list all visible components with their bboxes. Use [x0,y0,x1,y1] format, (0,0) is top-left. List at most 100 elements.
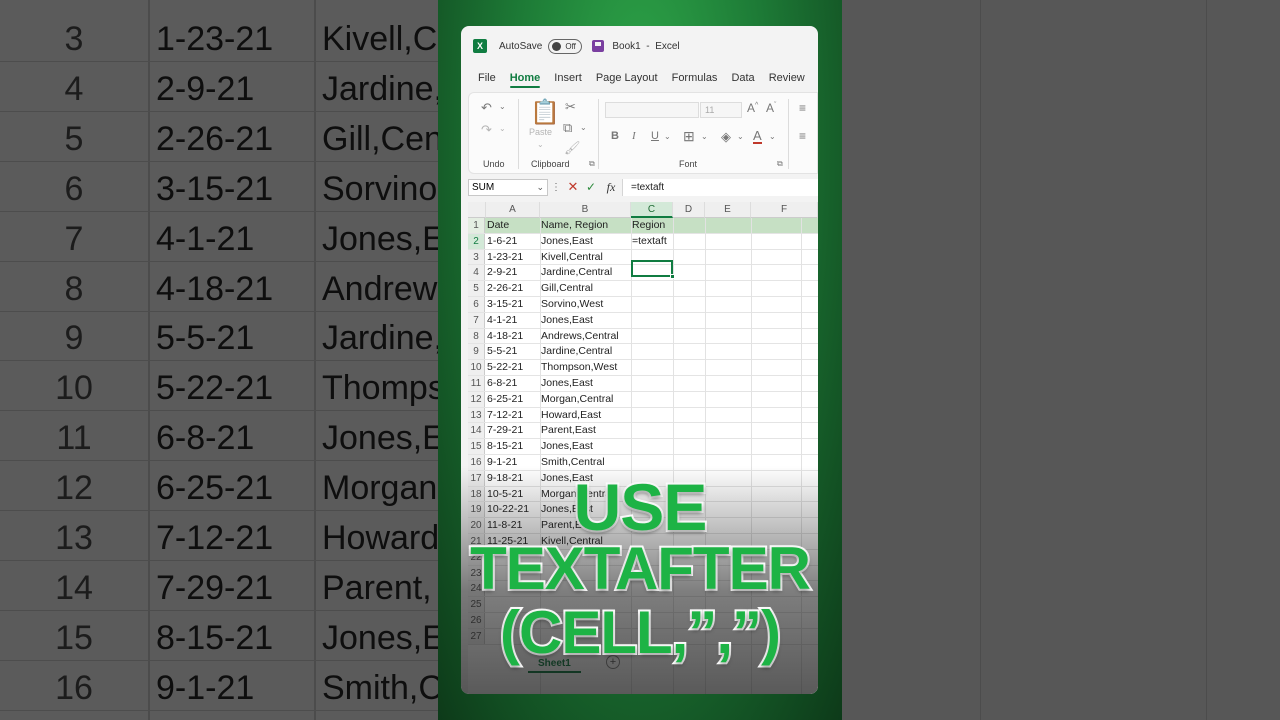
fill-color-icon[interactable]: ◈ [721,130,731,143]
cell-name-region[interactable]: Gill,Central [541,281,631,296]
paste-icon[interactable]: 📋 [530,101,560,125]
row-number[interactable]: 4 [468,265,485,281]
cell-date[interactable]: 6-25-21 [487,392,539,407]
cell-name-region[interactable]: Parent,East [541,423,631,438]
select-all-corner[interactable] [468,202,486,218]
column-header-d[interactable]: D [673,202,705,218]
bold-button[interactable]: B [611,131,619,142]
row-number[interactable]: 3 [468,249,485,265]
redo-icon[interactable]: ↷ [481,123,492,136]
copy-dropdown-icon[interactable]: ⌄ [580,124,587,132]
active-cell-c2[interactable] [631,260,673,277]
cell-name-region[interactable]: Sorvino,West [541,297,631,312]
underline-button[interactable]: U [651,131,659,142]
fill-handle[interactable] [670,274,675,279]
row-number[interactable]: 9 [468,344,485,360]
clipboard-launcher-icon[interactable]: ⧉ [589,160,595,168]
cell-date[interactable]: 3-15-21 [487,297,539,312]
cell-name-region[interactable]: Howard,East [541,408,631,423]
tab-data[interactable]: Data [731,72,754,84]
paste-dropdown-icon[interactable]: ⌄ [537,141,544,149]
cell-date[interactable]: 4-1-21 [487,313,539,328]
cell-date[interactable]: 4-18-21 [487,329,539,344]
cancel-entry-icon[interactable]: ✕ [564,179,582,195]
name-box[interactable]: SUM ⌄ [468,178,548,196]
cut-icon[interactable]: ✂ [565,100,576,113]
row-number[interactable]: 7 [468,312,485,328]
undo-icon[interactable]: ↶ [481,101,492,114]
cell-date[interactable]: 5-22-21 [487,360,539,375]
row-number[interactable]: 16 [468,455,485,470]
insert-function-icon[interactable]: fx [600,180,622,195]
cell-date[interactable]: 7-29-21 [487,423,539,438]
increase-font-icon[interactable]: A^ [747,102,758,114]
align-left-icon[interactable]: ≡ [799,130,806,142]
borders-icon[interactable]: ⊞ [683,129,695,143]
cell-date[interactable]: 1-23-21 [487,250,539,265]
column-header-c[interactable]: C [631,202,673,218]
autosave-toggle[interactable]: Off [548,38,583,54]
formula-bar-more-icon[interactable]: ⋮ [548,182,564,193]
formula-input[interactable]: =textaft [622,178,818,196]
cell-name-region[interactable]: Name, Region [541,218,631,233]
cell-name-region[interactable]: Kivell,Central [541,250,631,265]
cell-name-region[interactable]: Smith,Central [541,455,631,470]
cell-date[interactable]: 7-12-21 [487,408,539,423]
row-number[interactable]: 13 [468,407,485,423]
cell-date[interactable]: 2-9-21 [487,265,539,280]
tab-file[interactable]: File [478,72,496,84]
cell-name-region[interactable]: Jones,East [541,313,631,328]
row-number[interactable]: 15 [468,439,485,454]
column-header-b[interactable]: B [540,202,631,218]
tab-page-layout[interactable]: Page Layout [596,72,658,84]
tab-home[interactable]: Home [509,72,540,88]
cell-date[interactable]: 6-8-21 [487,376,539,391]
cell-name-region[interactable]: Morgan,Central [541,392,631,407]
row-number[interactable]: 5 [468,281,485,296]
cell-date[interactable]: 9-1-21 [487,455,539,470]
tab-insert[interactable]: Insert [554,72,582,84]
confirm-entry-icon[interactable]: ✓ [582,180,600,194]
font-size-dropdown[interactable]: 11 [700,102,742,118]
cell-region[interactable]: =textaft [632,234,674,249]
row-number[interactable]: 8 [468,328,485,344]
column-header-a[interactable]: A [486,202,540,218]
cell-name-region[interactable]: Andrews,Central [541,329,631,344]
font-name-dropdown[interactable] [605,102,699,118]
cell-date[interactable]: 2-26-21 [487,281,539,296]
fill-color-dropdown-icon[interactable]: ⌄ [737,133,744,141]
row-number[interactable]: 1 [468,218,485,233]
italic-button[interactable]: I [632,131,636,142]
undo-dropdown-icon[interactable]: ⌄ [499,103,506,111]
redo-dropdown-icon[interactable]: ⌄ [499,125,506,133]
cell-name-region[interactable]: Jardine,Central [541,265,631,280]
column-header-f[interactable]: F [751,202,818,218]
underline-dropdown-icon[interactable]: ⌄ [664,133,671,141]
cell-name-region[interactable]: Jones,East [541,234,631,249]
row-number[interactable]: 12 [468,391,485,407]
format-painter-icon[interactable]: 🖌 [564,141,581,154]
borders-dropdown-icon[interactable]: ⌄ [701,133,708,141]
name-box-dropdown-icon[interactable]: ⌄ [536,180,544,195]
column-header-e[interactable]: E [705,202,751,218]
paste-label[interactable]: Paste [529,128,552,137]
font-color-icon[interactable]: A [753,129,762,144]
cell-region[interactable]: Region [632,218,674,233]
align-top-icon[interactable]: ≡ [799,102,806,114]
row-number[interactable]: 10 [468,360,485,375]
cell-date[interactable]: Date [487,218,539,233]
cell-date[interactable]: 5-5-21 [487,344,539,359]
copy-icon[interactable]: ⧉ [563,121,572,134]
row-number[interactable]: 2 [468,233,485,249]
save-icon[interactable] [592,40,605,52]
cell-date[interactable]: 1-6-21 [487,234,539,249]
tab-review[interactable]: Review [769,72,805,84]
cell-name-region[interactable]: Thompson,West [541,360,631,375]
cell-date[interactable]: 8-15-21 [487,439,539,454]
row-number[interactable]: 6 [468,297,485,312]
row-number[interactable]: 14 [468,423,485,439]
cell-name-region[interactable]: Jones,East [541,376,631,391]
cell-name-region[interactable]: Jones,East [541,439,631,454]
cell-name-region[interactable]: Jardine,Central [541,344,631,359]
font-color-dropdown-icon[interactable]: ⌄ [769,133,776,141]
